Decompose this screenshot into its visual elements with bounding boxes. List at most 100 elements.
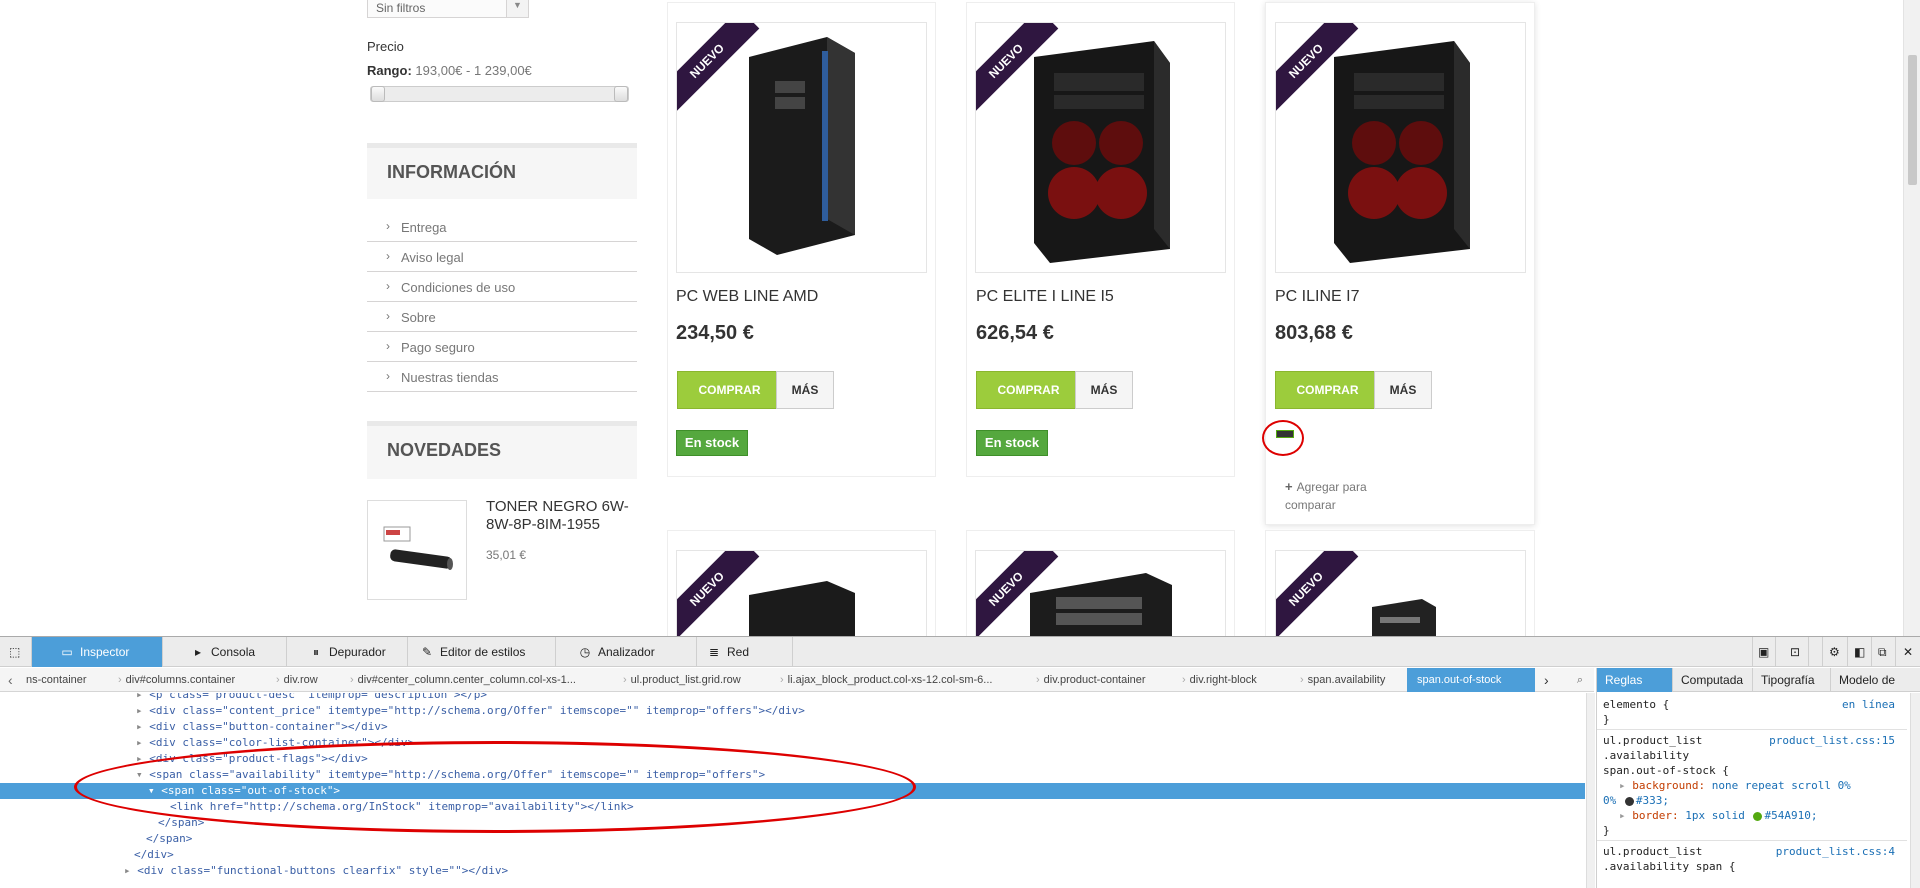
breadcrumb-scroll-right-icon[interactable]: › <box>1544 668 1549 692</box>
info-item-condiciones[interactable]: › Condiciones de uso <box>367 272 637 302</box>
price-range-slider[interactable] <box>370 86 629 102</box>
product-image-1[interactable]: NUEVO <box>676 22 927 273</box>
buy-button-1[interactable]: COMPRAR <box>677 371 782 409</box>
tab-computed[interactable]: Computada <box>1673 668 1753 692</box>
element-picker-icon[interactable]: ⬚ <box>0 637 32 667</box>
tab-network[interactable]: ≣ Red <box>697 637 793 667</box>
annotation-circle-small <box>1262 420 1304 456</box>
breadcrumb-item[interactable]: › div#columns.container <box>118 668 235 692</box>
tab-box-model[interactable]: Modelo de caja <box>1831 668 1920 692</box>
buy-button-3[interactable]: COMPRAR <box>1275 371 1380 409</box>
breadcrumb-item[interactable]: › li.ajax_block_product.col-xs-12.col-sm-… <box>780 668 992 692</box>
breadcrumb-item[interactable]: › div.right-block <box>1182 668 1257 692</box>
scratchpad-icon[interactable]: ⊡ <box>1785 637 1809 667</box>
breadcrumb-scroll-left-icon[interactable]: ‹ <box>8 668 13 692</box>
code-line[interactable]: </span> <box>0 831 1585 847</box>
breadcrumb-item[interactable]: › div.row <box>276 668 318 692</box>
info-item-nuestras-tiendas[interactable]: › Nuestras tiendas <box>367 362 637 392</box>
product-image-6[interactable]: NUEVO <box>1275 550 1526 636</box>
color-swatch[interactable] <box>1624 796 1634 806</box>
more-button-2[interactable]: MÁS <box>1075 371 1133 409</box>
tab-style-editor[interactable]: ✎ Editor de estilos <box>408 637 556 667</box>
more-button-3[interactable]: MÁS <box>1374 371 1432 409</box>
code-line[interactable]: ▸ <div class="button-container"></div> <box>0 719 1585 735</box>
chevron-right-icon: › <box>386 339 390 353</box>
product-image-2[interactable]: NUEVO <box>975 22 1226 273</box>
product-image-4[interactable]: NUEVO <box>676 550 927 636</box>
tab-rules[interactable]: Reglas <box>1597 668 1673 692</box>
code-line[interactable]: </div> <box>0 847 1585 863</box>
page-scrollbar-thumb[interactable] <box>1908 55 1917 185</box>
breadcrumb-item[interactable]: › ul.product_list.grid.row <box>623 668 741 692</box>
breadcrumb-item-selected[interactable]: span.out-of-stock <box>1407 668 1535 692</box>
expand-icon[interactable]: ▸ <box>1619 779 1626 792</box>
toner-image <box>383 526 453 570</box>
info-item-pago-seguro[interactable]: › Pago seguro <box>367 332 637 362</box>
gear-icon[interactable]: ⚙ <box>1822 637 1848 667</box>
news-block-header: NOVEDADES <box>367 421 637 479</box>
more-button-1[interactable]: MÁS <box>776 371 834 409</box>
product-image-5[interactable]: NUEVO <box>975 550 1226 636</box>
breadcrumb-item[interactable]: › div#center_column.center_column.col-xs-… <box>350 668 576 692</box>
rule-divider <box>1597 840 1907 841</box>
product-name-1[interactable]: PC WEB LINE AMD <box>676 288 818 306</box>
console-icon: ▸ <box>194 645 202 659</box>
info-item-sobre[interactable]: › Sobre <box>367 302 637 332</box>
shop-page: Sin filtros ▼ Precio Rango: 193,00€ - 1 … <box>0 0 1920 636</box>
network-icon: ≣ <box>708 645 720 659</box>
responsive-view-icon[interactable]: ▣ <box>1752 637 1776 667</box>
color-swatch[interactable] <box>1753 811 1763 821</box>
filter-select[interactable]: Sin filtros ▼ <box>367 0 529 18</box>
breadcrumb-item[interactable]: › div.product-container <box>1036 668 1146 692</box>
breadcrumb-item[interactable]: › span.availability <box>1300 668 1385 692</box>
info-item-aviso-legal[interactable]: › Aviso legal <box>367 242 637 272</box>
tab-inspector[interactable]: ▭ Inspector <box>32 637 163 667</box>
news-product-price: 35,01 € <box>486 548 527 562</box>
rule-selector: .availability span { <box>1603 860 1736 873</box>
close-icon[interactable]: ✕ <box>1896 637 1920 667</box>
rule-declaration[interactable]: ▸ border: 1px solid #54A910; <box>1603 808 1903 823</box>
rule-divider <box>1597 729 1907 730</box>
buy-button-2[interactable]: COMPRAR <box>976 371 1081 409</box>
product-name-3[interactable]: PC ILINE I7 <box>1275 288 1359 306</box>
page-scrollbar[interactable] <box>1903 0 1920 636</box>
info-item-entrega[interactable]: › Entrega <box>367 212 637 242</box>
rule-element[interactable]: elemento {en línea <box>1603 697 1903 712</box>
news-product-name[interactable]: TONER NEGRO 6W-8W-8P-8IM-1955 <box>486 498 636 534</box>
range-handle-min[interactable] <box>371 86 385 102</box>
breadcrumb-item[interactable]: ns-container <box>26 668 87 692</box>
tab-debugger[interactable]: ⏸ Depurador <box>287 637 408 667</box>
product-price-1: 234,50 € <box>676 322 754 344</box>
news-product-image[interactable] <box>367 500 467 600</box>
chevron-right-icon: › <box>386 309 390 323</box>
rules-scrollbar[interactable] <box>1910 693 1920 888</box>
devtools-toolbar: ⬚ ▭ Inspector ▸ Consola ⏸ Depurador ✎ Editor… <box>0 637 1920 667</box>
range-handle-max[interactable] <box>614 86 628 102</box>
tab-console[interactable]: ▸ Consola <box>163 637 287 667</box>
code-line[interactable]: ▸ <div class="content_price" itemtype="h… <box>0 703 1585 719</box>
markup-scrollbar[interactable] <box>1586 693 1595 888</box>
code-line[interactable]: ▸ <p class="product-desc" itemprop="desc… <box>0 693 1585 703</box>
product-name-2[interactable]: PC ELITE I LINE I5 <box>976 288 1114 306</box>
product-image-3[interactable]: NUEVO <box>1275 22 1526 273</box>
info-block-header: INFORMACIÓN <box>367 143 637 199</box>
expand-icon[interactable]: ▸ <box>1619 809 1626 822</box>
code-line[interactable]: ▸ <div class="color-list-container"></di… <box>0 735 1585 751</box>
rule-selector: .availability <box>1603 749 1690 762</box>
tab-fonts[interactable]: Tipografía <box>1753 668 1831 692</box>
news-title: NOVEDADES <box>387 440 502 460</box>
undock-icon[interactable]: ⧉ <box>1872 637 1896 667</box>
code-line[interactable]: ▸ <div class="functional-buttons clearfi… <box>0 863 1585 879</box>
add-to-compare-link[interactable]: + Agregar para comparar <box>1285 478 1415 514</box>
search-icon[interactable]: ⌕ <box>1568 668 1592 692</box>
rule-declaration[interactable]: ▸ background: none repeat scroll 0% <box>1603 778 1903 793</box>
rule-declaration-cont: 0% #333; <box>1603 794 1669 807</box>
screenshot: Sin filtros ▼ Precio Rango: 193,00€ - 1 … <box>0 0 1920 888</box>
markup-view: ▸ <p class="product-desc" itemprop="desc… <box>0 693 1585 888</box>
tab-profiler[interactable]: ◷ Analizador <box>556 637 697 667</box>
rule-selector[interactable]: ul.product_list product_list.css:4 <box>1603 844 1903 859</box>
chevron-down-icon[interactable]: ▼ <box>506 0 528 17</box>
rule-selector[interactable]: ul.product_list product_list.css:15 <box>1603 733 1903 748</box>
stopwatch-icon: ◷ <box>579 645 591 659</box>
dock-side-icon[interactable]: ◧ <box>1848 637 1872 667</box>
